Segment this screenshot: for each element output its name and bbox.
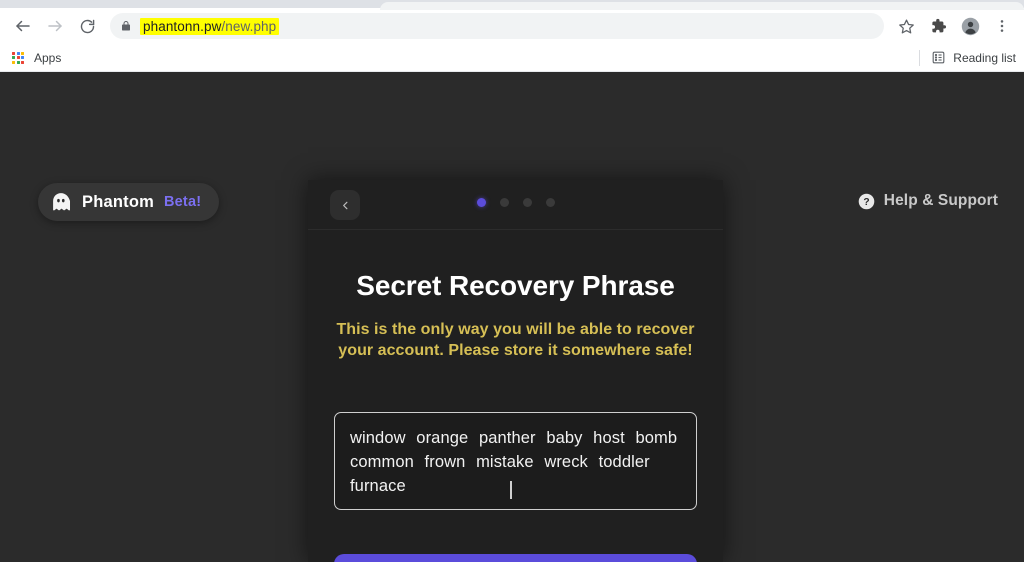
arrow-right-icon xyxy=(48,20,62,32)
bookmark-star-icon xyxy=(898,18,914,34)
apps-grid-icon xyxy=(12,51,24,64)
active-tab[interactable] xyxy=(380,2,1024,10)
chrome-menu-button[interactable] xyxy=(988,12,1016,40)
seed-phrase-words: window orange panther baby host bomb com… xyxy=(350,428,678,495)
phantom-brand-badge[interactable]: Phantom Beta! xyxy=(38,183,220,221)
brand-name: Phantom xyxy=(82,192,154,211)
toolbar-divider xyxy=(919,49,921,66)
modal-header xyxy=(308,180,723,230)
extensions-puzzle-icon xyxy=(932,18,947,33)
svg-text:?: ? xyxy=(863,196,869,207)
warning-text: This is the only way you will be able to… xyxy=(336,321,695,360)
confirm-saved-button[interactable]: OK, I saved it somewhere xyxy=(334,553,697,562)
reading-list-icon xyxy=(932,51,945,64)
lock-icon xyxy=(120,19,132,33)
url-host: phantonn.pw xyxy=(143,18,222,34)
seed-phrase-box[interactable]: window orange panther baby host bomb com… xyxy=(334,411,697,510)
address-bar[interactable]: phantonn.pw/new.php xyxy=(110,13,884,39)
reading-list-label: Reading list xyxy=(953,50,1016,65)
bookmark-item-apps[interactable]: Apps xyxy=(34,51,61,65)
arrow-left-icon xyxy=(16,20,30,32)
text-caret xyxy=(510,480,512,499)
step-dot-3[interactable] xyxy=(522,198,532,207)
extensions-button[interactable] xyxy=(924,12,952,40)
beta-tag: Beta! xyxy=(163,194,202,210)
phantom-ghost-icon xyxy=(53,193,71,211)
chrome-menu-icon xyxy=(1000,20,1004,32)
step-progress-dots xyxy=(308,198,723,207)
bookmark-star-button[interactable] xyxy=(892,12,920,40)
back-button[interactable] xyxy=(8,11,38,41)
tab-strip xyxy=(0,0,1024,10)
profile-avatar-icon xyxy=(961,17,979,35)
page-content: Phantom Beta! ? Help & Support Secret Re… xyxy=(0,72,1024,562)
url-path: /new.php xyxy=(221,18,277,34)
url-text[interactable]: phantonn.pw/new.php xyxy=(140,17,280,35)
browser-toolbar: phantonn.pw/new.php xyxy=(0,8,1024,44)
forward-button[interactable] xyxy=(40,11,70,41)
page-title: Secret Recovery Phrase xyxy=(356,270,675,301)
reload-button[interactable] xyxy=(72,11,102,41)
modal-body: Secret Recovery Phrase This is the only … xyxy=(308,270,723,562)
help-and-support-link[interactable]: ? Help & Support xyxy=(858,192,998,210)
step-dot-4[interactable] xyxy=(545,198,555,207)
bookmarks-bar: Apps Reading list xyxy=(0,44,1024,72)
step-dot-1[interactable] xyxy=(476,198,486,207)
browser-chrome: phantonn.pw/new.php Apps Reading list xyxy=(0,0,1024,72)
reload-icon xyxy=(80,19,94,33)
reading-list-button[interactable]: Reading list xyxy=(919,49,1016,66)
onboarding-modal: Secret Recovery Phrase This is the only … xyxy=(308,180,723,562)
help-and-support-label: Help & Support xyxy=(883,192,998,209)
toolbar-actions xyxy=(892,12,1016,40)
help-circle-icon: ? xyxy=(858,193,875,209)
profile-button[interactable] xyxy=(956,12,984,40)
step-dot-2[interactable] xyxy=(499,198,509,207)
